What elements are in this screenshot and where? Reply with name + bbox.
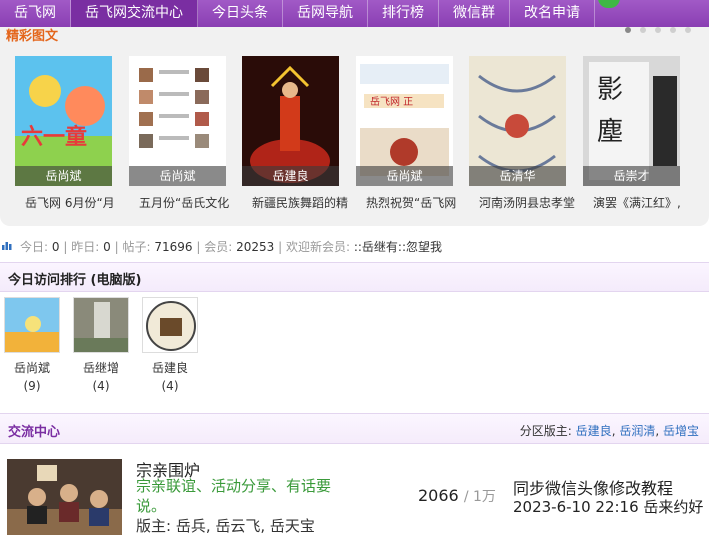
- nav-item-forum[interactable]: 岳飞网交流中心: [71, 0, 198, 27]
- slide-caption[interactable]: 热烈祝贺“岳飞网: [366, 194, 476, 211]
- board-counts: 2066 / 1万: [418, 486, 496, 505]
- today-count: 0: [51, 240, 60, 254]
- ranking-item[interactable]: 岳建良 (4): [141, 297, 199, 393]
- ranking-count: (9): [23, 379, 41, 393]
- moderator-link[interactable]: 岳增宝: [663, 424, 699, 438]
- stats-chart-icon: [2, 242, 12, 250]
- moderator-link[interactable]: 岳润清: [619, 424, 655, 438]
- carousel-dot[interactable]: [655, 27, 661, 33]
- avatar[interactable]: [142, 297, 198, 353]
- board-description: 宗亲联谊、活动分享、有话要说。: [136, 477, 332, 515]
- svg-text:岳飞网 正: 岳飞网 正: [370, 96, 413, 108]
- slide-author: 岳清华: [469, 166, 566, 186]
- thread-count: 2066: [418, 486, 459, 505]
- gallery-slide[interactable]: 岳飞网 正 岳尚斌 热烈祝贺“岳飞网: [356, 56, 456, 211]
- slide-image[interactable]: 六一童 岳尚斌: [15, 56, 112, 186]
- yesterday-count: 0: [103, 240, 111, 254]
- yesterday-label: 昨日:: [71, 240, 100, 254]
- gallery-slide[interactable]: 岳建良 新疆民族舞蹈的精: [242, 56, 348, 211]
- ranking-name[interactable]: 岳继增: [72, 359, 130, 376]
- slide-author: 岳尚斌: [129, 166, 226, 186]
- slide-image[interactable]: 岳清华: [469, 56, 566, 186]
- posts-label: 帖子:: [122, 240, 151, 254]
- slide-image[interactable]: 岳飞网 正 岳尚斌: [356, 56, 453, 186]
- avatar[interactable]: [4, 297, 60, 353]
- forum-statistics: 今日: 0 | 昨日: 0 | 帖子: 71696 | 会员: 20253 | …: [0, 236, 709, 256]
- nav-item-yuefei[interactable]: 岳飞网: [0, 0, 71, 27]
- ranking-count: (4): [92, 379, 110, 393]
- slide-image[interactable]: 影 塵 岳崇才: [583, 56, 680, 186]
- picture-gallery: 精彩图文 六一童 岳尚斌 岳飞网 6月份“月 岳尚斌 五月份“岳氏文化 岳建良 …: [0, 27, 709, 226]
- carousel-dot[interactable]: [625, 27, 631, 33]
- moderators-label: 分区版主:: [519, 424, 572, 438]
- ranking-name[interactable]: 岳建良: [141, 359, 199, 376]
- svg-text:塵: 塵: [597, 117, 623, 147]
- posts-count: 71696: [154, 240, 193, 254]
- section-title[interactable]: 交流中心: [8, 421, 60, 440]
- ranking-item[interactable]: 岳继增 (4): [72, 297, 130, 393]
- slide-author: 岳尚斌: [15, 166, 112, 186]
- moderator-link[interactable]: 岳建良: [576, 424, 612, 438]
- avatar[interactable]: [73, 297, 129, 353]
- gallery-slide[interactable]: 六一童 岳尚斌 岳飞网 6月份“月: [15, 56, 115, 211]
- gallery-title: 精彩图文: [6, 29, 59, 44]
- members-label: 会员:: [204, 240, 233, 254]
- visit-ranking-header: 今日访问排行 (电脑版): [0, 262, 709, 292]
- ranking-count: (4): [161, 379, 179, 393]
- nav-item-headlines[interactable]: 今日头条: [198, 0, 283, 27]
- nav-item-ranking[interactable]: 排行榜: [368, 0, 439, 27]
- forum-board-row: 宗亲围炉 宗亲联谊、活动分享、有话要说。 版主: 岳兵, 岳云飞, 岳天宝 20…: [0, 452, 709, 541]
- today-label: 今日:: [20, 240, 49, 254]
- gallery-slide[interactable]: 岳尚斌 五月份“岳氏文化: [129, 56, 229, 211]
- board-moderators: 版主: 岳兵, 岳云飞, 岳天宝: [136, 517, 315, 535]
- slide-author: 岳崇才: [583, 166, 680, 186]
- carousel-dot[interactable]: [685, 27, 691, 33]
- slide-caption[interactable]: 河南汤阴县忠孝堂: [479, 194, 589, 211]
- slide-author: 岳尚斌: [356, 166, 453, 186]
- last-post-time: 2023-6-10 22:16 岳来约好: [513, 498, 704, 516]
- welcome-label: 欢迎新会员:: [285, 240, 351, 254]
- members-count: 20253: [236, 240, 275, 254]
- gallery-slide[interactable]: 影 塵 岳崇才 演罢《满江红》,: [583, 56, 681, 211]
- nav-item-navigation[interactable]: 岳网导航: [283, 0, 368, 27]
- ranking-item[interactable]: 岳尚斌 (9): [3, 297, 61, 393]
- slide-caption[interactable]: 新疆民族舞蹈的精: [252, 194, 362, 211]
- carousel-dots: [625, 27, 691, 33]
- slide-author: 岳建良: [242, 166, 339, 186]
- carousel-dot[interactable]: [670, 27, 676, 33]
- newest-member-link[interactable]: ::岳继有::忽望我: [354, 240, 442, 254]
- gallery-slide[interactable]: 岳清华 河南汤阴县忠孝堂: [469, 56, 575, 211]
- nav-item-wechat[interactable]: 微信群: [439, 0, 510, 27]
- slide-image[interactable]: 岳建良: [242, 56, 339, 186]
- carousel-dot[interactable]: [640, 27, 646, 33]
- slide-caption[interactable]: 演罢《满江红》,: [593, 194, 703, 211]
- forum-section-header: 交流中心 分区版主: 岳建良, 岳润清, 岳增宝: [0, 413, 709, 444]
- nav-item-rename[interactable]: 改名申请: [510, 0, 595, 27]
- board-icon[interactable]: [7, 459, 122, 535]
- visit-ranking-title: 今日访问排行 (电脑版): [8, 273, 142, 288]
- post-count: 1万: [472, 489, 496, 505]
- svg-text:六一童: 六一童: [21, 124, 87, 150]
- ranking-name[interactable]: 岳尚斌: [3, 359, 61, 376]
- slide-image[interactable]: 岳尚斌: [129, 56, 226, 186]
- slide-caption[interactable]: 五月份“岳氏文化: [139, 194, 249, 211]
- svg-text:影: 影: [597, 75, 623, 105]
- section-moderators: 分区版主: 岳建良, 岳润清, 岳增宝: [519, 424, 699, 438]
- slide-caption[interactable]: 岳飞网 6月份“月: [25, 194, 135, 211]
